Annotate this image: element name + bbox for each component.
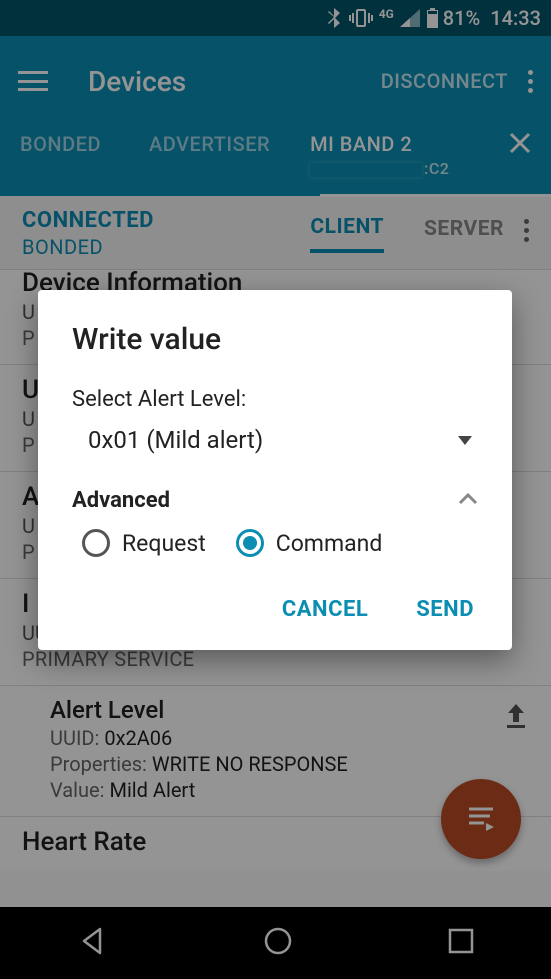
advanced-header[interactable]: Advanced [72, 488, 170, 513]
chevron-up-icon[interactable] [458, 491, 478, 510]
alert-level-dropdown[interactable]: 0x01 (Mild alert) [72, 422, 478, 472]
cancel-button[interactable]: CANCEL [278, 589, 372, 630]
screen-root: 4G 81% 14:33 Devices DISCONNECT BONDED A… [0, 0, 551, 979]
send-button[interactable]: SEND [412, 589, 478, 630]
radio-request[interactable]: Request [82, 529, 206, 557]
dropdown-value: 0x01 (Mild alert) [88, 426, 263, 454]
write-type-radios: Request Command [72, 529, 478, 557]
dialog-select-label: Select Alert Level: [72, 387, 478, 412]
radio-request-label: Request [122, 530, 206, 557]
dialog-title: Write value [72, 322, 478, 357]
radio-command[interactable]: Command [236, 529, 383, 557]
radio-command-label: Command [276, 530, 383, 557]
chevron-down-icon [458, 436, 472, 445]
write-value-dialog: Write value Select Alert Level: 0x01 (Mi… [38, 290, 512, 650]
